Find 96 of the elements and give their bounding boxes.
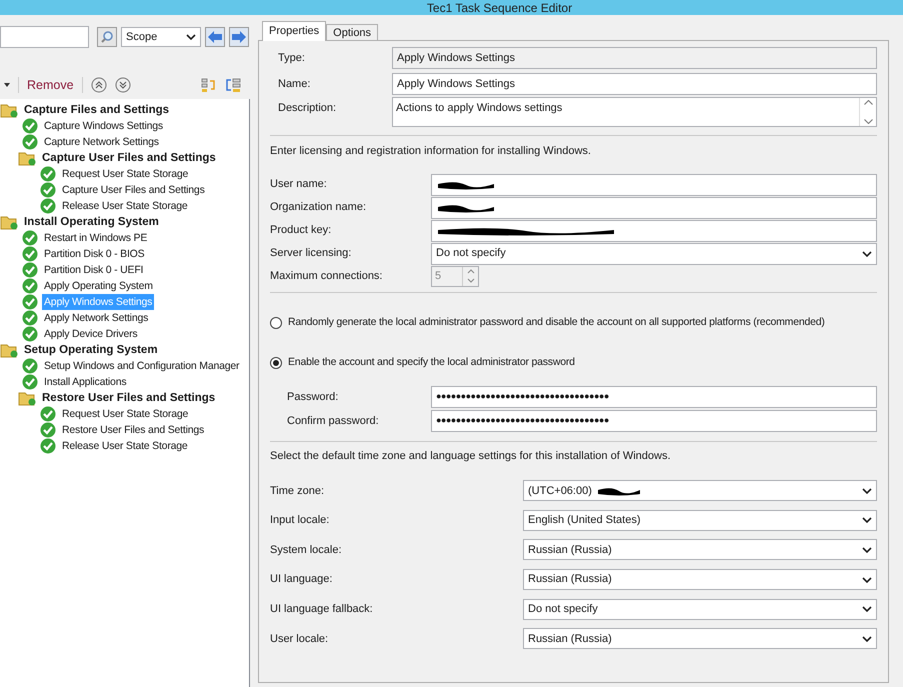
tree-item[interactable]: Apply Device Drivers bbox=[42, 326, 140, 342]
input-field[interactable] bbox=[431, 174, 877, 196]
input-field[interactable]: Apply Windows Settings bbox=[392, 47, 877, 69]
checkmark-icon bbox=[22, 326, 38, 342]
checkmark-icon bbox=[22, 374, 38, 390]
folder-icon bbox=[18, 390, 36, 406]
collapse-icon[interactable] bbox=[201, 77, 217, 93]
tree-item[interactable]: Request User State Storage bbox=[60, 166, 190, 182]
field-label: Confirm password: bbox=[286, 414, 380, 429]
caret-icon[interactable] bbox=[4, 83, 10, 87]
left-arrow-icon bbox=[208, 31, 222, 43]
expand-icon[interactable] bbox=[225, 77, 241, 93]
checkmark-icon bbox=[22, 246, 38, 262]
search-icon bbox=[100, 30, 114, 44]
folder-icon bbox=[18, 150, 36, 166]
folder-icon bbox=[0, 342, 18, 358]
input-field[interactable] bbox=[431, 220, 877, 242]
checkmark-icon bbox=[22, 262, 38, 278]
checkmark-icon bbox=[40, 166, 56, 182]
tree-item[interactable]: Capture Windows Settings bbox=[42, 118, 165, 134]
locale-dropdown[interactable]: Russian (Russia) bbox=[523, 569, 877, 590]
locale-dropdown[interactable]: English (United States) bbox=[523, 510, 877, 531]
checkmark-icon bbox=[40, 438, 56, 454]
folder-icon bbox=[0, 214, 18, 230]
field-label: User name: bbox=[270, 177, 328, 192]
tree-item[interactable]: Partition Disk 0 - BIOS bbox=[42, 246, 146, 262]
tree-item[interactable]: Release User State Storage bbox=[60, 198, 190, 214]
checkmark-icon bbox=[22, 310, 38, 326]
field-label: System locale: bbox=[270, 542, 343, 558]
tree-item[interactable]: Request User State Storage bbox=[60, 406, 190, 422]
checkmark-icon bbox=[22, 134, 38, 150]
checkmark-icon bbox=[40, 198, 56, 214]
forward-button[interactable] bbox=[229, 27, 249, 47]
radio-button[interactable] bbox=[270, 317, 282, 329]
checkmark-icon bbox=[22, 230, 38, 246]
radio-label[interactable]: Enable the account and specify the local administrator password bbox=[288, 355, 575, 371]
input-field[interactable]: ●●●●●●●●●●●●●●●●●●●●●●●●●●●●●●●●●●● bbox=[431, 410, 877, 432]
checkmark-icon bbox=[40, 422, 56, 438]
field-label: UI language: bbox=[270, 572, 334, 588]
tree-item[interactable]: Install Applications bbox=[42, 374, 128, 390]
right-arrow-icon bbox=[232, 31, 246, 43]
checkmark-icon bbox=[22, 294, 38, 310]
tree-item[interactable]: Apply Operating System bbox=[42, 278, 155, 294]
tree-item[interactable]: Capture User Files and Settings bbox=[40, 150, 218, 166]
tree-item[interactable]: Capture Network Settings bbox=[42, 134, 161, 150]
search-field[interactable] bbox=[0, 26, 89, 48]
scope-dropdown[interactable]: Scope bbox=[121, 27, 201, 47]
field-label: Maximum connections: bbox=[270, 269, 384, 284]
locale-dropdown[interactable]: (UTC+06:00) bbox=[523, 480, 877, 502]
move-down-icon[interactable] bbox=[114, 77, 131, 93]
checkmark-icon bbox=[40, 406, 56, 422]
field-label: Type: bbox=[277, 50, 306, 66]
tree-item[interactable]: Capture User Files and Settings bbox=[60, 182, 207, 198]
locale-dropdown[interactable]: Russian (Russia) bbox=[523, 539, 877, 560]
field-label: User locale: bbox=[270, 632, 330, 647]
locale-intro: Select the default time zone and language settings for this installation of Windows. bbox=[270, 449, 672, 464]
field-label: Password: bbox=[286, 390, 340, 405]
input-field[interactable] bbox=[431, 196, 877, 218]
licensing-intro: Enter licensing and registration information for installing Windows. bbox=[270, 144, 592, 159]
field-label: Input locale: bbox=[270, 513, 330, 528]
input-field[interactable]: Apply Windows Settings bbox=[392, 73, 877, 95]
checkmark-icon bbox=[40, 182, 56, 198]
checkmark-icon bbox=[22, 358, 38, 374]
radio-label[interactable]: Randomly generate the local administrator password and disable the account on all supported platforms (recommended) bbox=[288, 315, 825, 331]
tree-item[interactable]: Release User State Storage bbox=[60, 438, 190, 454]
checkmark-icon bbox=[22, 118, 38, 134]
locale-dropdown[interactable]: Russian (Russia) bbox=[523, 628, 877, 650]
field-label: Name: bbox=[277, 76, 312, 92]
locale-dropdown[interactable]: Do not specify bbox=[523, 598, 877, 620]
search-button[interactable] bbox=[97, 27, 117, 47]
tree-item[interactable]: Capture Files and Settings bbox=[22, 102, 172, 118]
field-label: Product key: bbox=[270, 223, 332, 238]
move-up-icon[interactable] bbox=[90, 77, 107, 93]
tree-item[interactable]: Setup Windows and Configuration Manager bbox=[42, 358, 242, 374]
tree-item[interactable]: Restart in Windows PE bbox=[42, 230, 150, 246]
server-licensing-dropdown[interactable]: Do not specify bbox=[431, 242, 877, 264]
remove-button[interactable]: Remove bbox=[27, 76, 74, 94]
tab[interactable]: Options bbox=[326, 24, 378, 41]
tree-item[interactable]: Restore User Files and Settings bbox=[60, 422, 206, 438]
field-label: Server licensing: bbox=[270, 246, 352, 262]
input-field[interactable]: ●●●●●●●●●●●●●●●●●●●●●●●●●●●●●●●●●●● bbox=[431, 386, 877, 408]
field-label: Description: bbox=[277, 101, 338, 116]
tab[interactable]: Properties bbox=[262, 21, 326, 41]
back-button[interactable] bbox=[205, 27, 225, 47]
field-label: Organization name: bbox=[270, 200, 367, 216]
tree-item[interactable]: Install Operating System bbox=[22, 214, 161, 230]
tree-item[interactable]: Apply Network Settings bbox=[42, 310, 150, 326]
tree-item[interactable]: Setup Operating System bbox=[22, 342, 160, 358]
tree-item[interactable]: Partition Disk 0 - UEFI bbox=[42, 262, 146, 278]
field-label: UI language fallback: bbox=[270, 602, 374, 617]
tree-item[interactable]: Restore User Files and Settings bbox=[40, 390, 218, 406]
field-label: Time zone: bbox=[270, 484, 326, 499]
radio-button[interactable] bbox=[270, 357, 282, 369]
folder-icon bbox=[0, 102, 18, 118]
window-title: Tec1 Task Sequence Editor bbox=[426, 0, 572, 14]
checkmark-icon bbox=[22, 278, 38, 294]
